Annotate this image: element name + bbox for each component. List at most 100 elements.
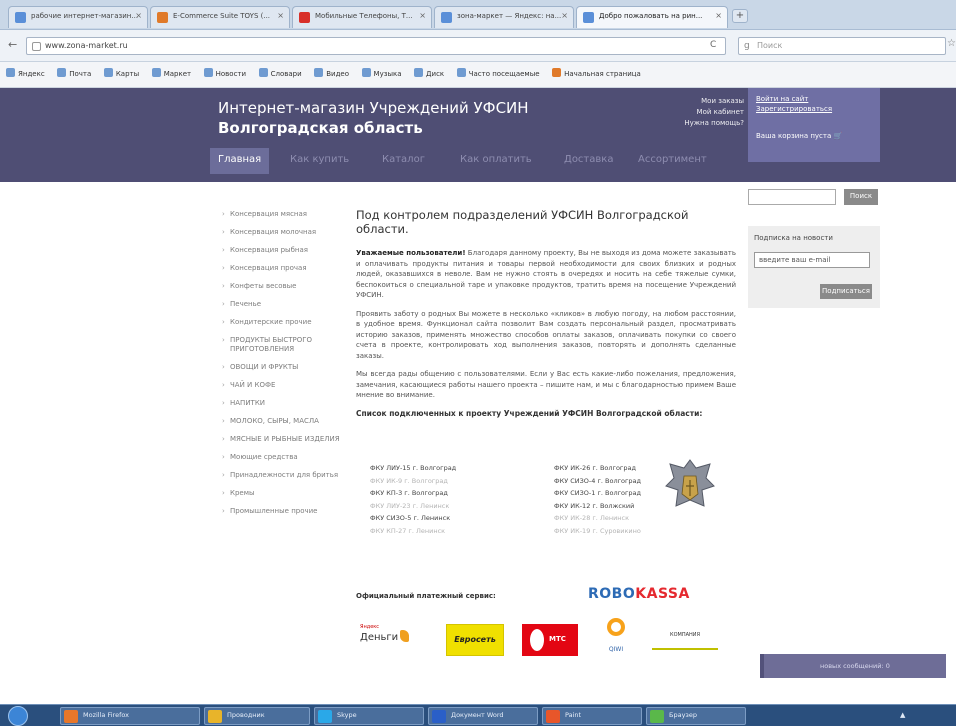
taskbar-item-label: Mozilla Firefox [83, 711, 129, 719]
subscribe-button[interactable]: Подписаться [820, 284, 872, 299]
bookmark-item[interactable]: Музыка [361, 68, 402, 78]
bookmark-item[interactable]: Яндекс [6, 68, 45, 78]
robokassa-logo: ROBOKASSA [588, 586, 690, 602]
menu-item-delivery[interactable]: Доставка [556, 148, 621, 174]
bookmark-icon [314, 68, 324, 77]
site-title: Интернет-магазин Учреждений УФСИН [218, 99, 529, 117]
bookmark-icon [151, 68, 161, 77]
reload-icon[interactable]: C [710, 40, 716, 50]
tab-label: Добро пожаловать на рин... [599, 12, 703, 20]
close-tab-icon[interactable]: × [277, 11, 284, 20]
bookmarks-bar: Яндекс Почта Карты Маркет Новости Словар… [0, 62, 956, 88]
yandex-logo-text: Яндекс [360, 624, 380, 630]
category-link[interactable]: ОВОЩИ И ФРУКТЫ [222, 363, 350, 372]
bookmark-item[interactable]: Почта [57, 68, 91, 78]
newsletter-subscribe-box: Подписка на новости введите ваш e-mail П… [748, 226, 880, 308]
bookmark-item[interactable]: Диск [414, 68, 444, 78]
bookmark-item[interactable]: Часто посещаемые [456, 68, 540, 78]
bookmark-item[interactable]: Маркет [151, 68, 192, 78]
browser-tab-bar: рабочие интернет-магазин... × E-Commerce … [0, 0, 956, 30]
bookmark-label: Начальная страница [564, 70, 641, 78]
system-tray[interactable]: ▲ [900, 711, 905, 719]
news-notification-bar[interactable]: новых сообщений: 0 [760, 654, 946, 678]
category-link[interactable]: ПРОДУКТЫ БЫСТРОГО ПРИГОТОВЛЕНИЯ [222, 336, 350, 354]
institution-item: ФКУ КП-27 г. Ленинск [370, 526, 446, 535]
site-search-button[interactable]: Поиск [844, 189, 878, 205]
my-account-link[interactable]: Мой кабинет [668, 107, 744, 118]
menu-item-catalog[interactable]: Каталог [374, 148, 433, 174]
category-link[interactable]: МОЛОКО, СЫРЫ, МАСЛА [222, 417, 350, 426]
taskbar-item[interactable]: Проводник [204, 707, 310, 725]
menu-item-assortment[interactable]: Ассортимент [630, 148, 715, 174]
category-link[interactable]: Консервация рыбная [222, 246, 350, 255]
institutions-list-title: Список подключенных к проекту Учреждений… [356, 408, 703, 418]
category-link[interactable]: Консервация мясная [222, 210, 350, 219]
category-link[interactable]: ЧАЙ И КОФЕ [222, 381, 350, 390]
tab-label: рабочие интернет-магазин... [31, 12, 139, 20]
menu-item-home[interactable]: Главная [210, 148, 270, 174]
taskbar-item[interactable]: Skype [314, 707, 424, 725]
paint-icon [546, 710, 560, 723]
category-link[interactable]: НАПИТКИ [222, 399, 350, 408]
browser-tab-active[interactable]: Добро пожаловать на рин... × [576, 6, 728, 28]
taskbar-item[interactable]: Mozilla Firefox [60, 707, 200, 725]
bookmark-label: Карты [115, 70, 140, 78]
category-link[interactable]: Промышленные прочие [222, 507, 350, 516]
browser-tab[interactable]: зона-маркет — Яндекс: на... × [434, 6, 574, 28]
login-link[interactable]: Войти на сайт [756, 94, 872, 104]
email-field[interactable]: введите ваш e-mail [754, 252, 870, 268]
menu-item-how-to-buy[interactable]: Как купить [282, 148, 357, 174]
bookmark-icon [6, 68, 15, 77]
bookmark-item[interactable]: Видео [314, 68, 349, 78]
category-link[interactable]: Консервация прочая [222, 264, 350, 273]
cart-status[interactable]: Ваша корзина пуста 🛒 [756, 132, 872, 140]
back-icon[interactable]: ← [8, 38, 17, 51]
browser-search-input[interactable]: g Поиск [738, 37, 946, 55]
bookmark-icon [258, 68, 268, 77]
bookmark-item[interactable]: Словари [258, 68, 302, 78]
my-orders-link[interactable]: Мои заказы [668, 96, 744, 107]
register-link[interactable]: Зарегистрироваться [756, 104, 872, 114]
browser-tab[interactable]: Мобильные Телефоны, Т... × [292, 6, 432, 28]
taskbar-item[interactable]: Документ Word [428, 707, 538, 725]
site-header: Интернет-магазин Учреждений УФСИН Волгог… [0, 88, 956, 182]
category-link[interactable]: Кремы [222, 489, 350, 498]
bookmark-item[interactable]: Карты [103, 68, 140, 78]
category-link[interactable]: Консервация молочная [222, 228, 350, 237]
robokassa-logo-kassa: KASSA [635, 586, 690, 602]
browser-tab[interactable]: E-Commerce Suite TOYS (... × [150, 6, 290, 28]
mts-logo-text: МТС [549, 635, 566, 643]
search-placeholder: Поиск [757, 41, 783, 50]
features-paragraph: Проявить заботу о родных Вы можете в нес… [356, 309, 736, 360]
yandex-money-logo: Яндекс Деньги [360, 624, 420, 660]
help-link[interactable]: Нужна помощь? [668, 118, 744, 129]
bookmark-star-icon[interactable]: ☆ [947, 38, 956, 49]
bookmark-label: Маркет [163, 70, 192, 78]
menu-item-how-to-pay[interactable]: Как оплатить [452, 148, 540, 174]
category-link[interactable]: Печенье [222, 300, 350, 309]
start-button-icon[interactable] [8, 706, 28, 726]
browser-icon [650, 710, 664, 723]
taskbar-item[interactable]: Paint [542, 707, 642, 725]
news-bar-text: новых сообщений: 0 [820, 662, 890, 670]
new-tab-button[interactable]: + [732, 9, 748, 23]
site-search-input[interactable] [748, 189, 836, 205]
category-link[interactable]: Конфеты весовые [222, 282, 350, 291]
category-link[interactable]: МЯСНЫЕ И РЫБНЫЕ ИЗДЕЛИЯ [222, 435, 350, 444]
close-tab-icon[interactable]: × [715, 11, 722, 20]
close-tab-icon[interactable]: × [561, 11, 568, 20]
category-link[interactable]: Моющие средства [222, 453, 350, 462]
qiwi-circle-icon [607, 618, 625, 636]
institution-item: ФКУ СИЗО-5 г. Ленинск [370, 514, 451, 522]
skype-icon [318, 710, 332, 723]
browser-tab[interactable]: рабочие интернет-магазин... × [8, 6, 148, 28]
yandex-coin-icon [400, 630, 410, 642]
category-link[interactable]: Кондитерские прочие [222, 318, 350, 327]
bookmark-item[interactable]: Начальная страница [552, 68, 641, 78]
close-tab-icon[interactable]: × [135, 11, 142, 20]
taskbar-item[interactable]: Браузер [646, 707, 746, 725]
bookmark-item[interactable]: Новости [203, 68, 246, 78]
category-link[interactable]: Принадлежности для бритья [222, 471, 350, 480]
close-tab-icon[interactable]: × [419, 11, 426, 20]
address-bar[interactable]: www.zona-market.ru [26, 37, 726, 55]
